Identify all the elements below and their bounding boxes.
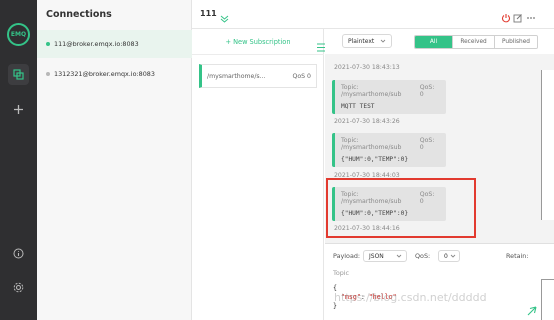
publish-panel: Payload: JSON QoS: 0 Retain: Topic { "ms… bbox=[325, 243, 554, 320]
subscriptions-panel: + New Subscription /mysmarthome/s... QoS… bbox=[192, 29, 325, 320]
message-topic: Topic: /mysmarthome/sub bbox=[341, 137, 402, 151]
message-payload: {"HUM":0,"TEMP":0} bbox=[341, 156, 409, 163]
more-icon[interactable] bbox=[526, 8, 536, 19]
qos-value: 0 bbox=[444, 252, 448, 260]
status-dot bbox=[46, 72, 50, 76]
connection-label: 111@broker.emqx.io:8083 bbox=[54, 40, 139, 48]
collapse-icon[interactable] bbox=[317, 37, 325, 56]
connections-icon[interactable] bbox=[8, 64, 29, 85]
tab-received[interactable]: Received bbox=[453, 36, 495, 48]
connections-title: Connections bbox=[46, 9, 112, 20]
message-qos: QoS: 0 bbox=[419, 137, 435, 151]
payload-format-select[interactable]: Plaintext bbox=[342, 34, 392, 48]
connection-item[interactable]: 1312321@broker.emqx.io:8083 bbox=[37, 60, 192, 88]
plus-icon[interactable] bbox=[8, 99, 29, 120]
status-dot bbox=[46, 42, 50, 46]
payload-format-value: Plaintext bbox=[348, 37, 375, 45]
connection-label: 1312321@broker.emqx.io:8083 bbox=[54, 70, 155, 78]
connections-panel: Connections 111@broker.emqx.io:8083 1312… bbox=[37, 0, 192, 320]
subscription-item[interactable]: /mysmarthome/s... QoS 0 bbox=[199, 64, 317, 88]
topic-input[interactable]: Topic bbox=[333, 269, 349, 277]
tab-published[interactable]: Published bbox=[495, 36, 537, 48]
retain-label: Retain: bbox=[506, 252, 529, 260]
payload-label: Payload: bbox=[333, 252, 361, 260]
app-window: EMQ Connections 111@broker.emqx.io:8083 … bbox=[0, 0, 554, 320]
chevron-down-icon bbox=[380, 38, 386, 46]
subscription-qos: QoS 0 bbox=[292, 72, 312, 80]
overlapping-window bbox=[541, 279, 554, 320]
qos-select[interactable]: 0 bbox=[438, 250, 460, 262]
settings-icon[interactable] bbox=[8, 277, 29, 298]
connection-name: 111 bbox=[200, 9, 217, 18]
chevron-down-icon bbox=[396, 253, 402, 261]
connection-header: 111 bbox=[192, 0, 554, 29]
payload-type-select[interactable]: JSON bbox=[363, 250, 407, 262]
chevron-down-icon[interactable] bbox=[220, 8, 229, 27]
message-topic: Topic: /mysmarthome/sub bbox=[341, 84, 402, 98]
info-icon[interactable] bbox=[8, 243, 29, 264]
chevron-down-icon bbox=[450, 253, 456, 261]
highlight-box bbox=[326, 178, 476, 238]
message-payload: MQTT TEST bbox=[341, 103, 375, 110]
message-tabs: All Received Published bbox=[414, 35, 538, 49]
message-qos: QoS: 0 bbox=[419, 84, 435, 98]
subscription-topic: /mysmarthome/s... bbox=[207, 72, 266, 80]
message-filter-bar: Plaintext All Received Published bbox=[325, 29, 554, 54]
nav-rail: EMQ bbox=[0, 0, 37, 320]
power-icon[interactable] bbox=[501, 8, 511, 23]
message-time: 2021-07-30 18:43:26 bbox=[334, 118, 400, 125]
send-icon[interactable] bbox=[527, 301, 537, 320]
watermark: https://blog.csdn.net/ddddd bbox=[334, 291, 487, 304]
payload-type-value: JSON bbox=[369, 252, 384, 260]
message-bubble: Topic: /mysmarthome/sub QoS: 0 {"HUM":0,"… bbox=[332, 133, 446, 167]
qos-label: QoS: bbox=[415, 252, 431, 260]
message-bubble: Topic: /mysmarthome/sub QoS: 0 MQTT TEST bbox=[332, 80, 446, 114]
emqx-logo: EMQ bbox=[7, 23, 30, 46]
overlapping-window bbox=[541, 70, 554, 220]
new-subscription-button[interactable]: + New Subscription bbox=[192, 29, 324, 55]
connection-item[interactable]: 111@broker.emqx.io:8083 bbox=[37, 30, 192, 58]
message-time: 2021-07-30 18:43:13 bbox=[334, 64, 400, 71]
tab-all[interactable]: All bbox=[415, 36, 453, 48]
edit-icon[interactable] bbox=[513, 8, 523, 23]
